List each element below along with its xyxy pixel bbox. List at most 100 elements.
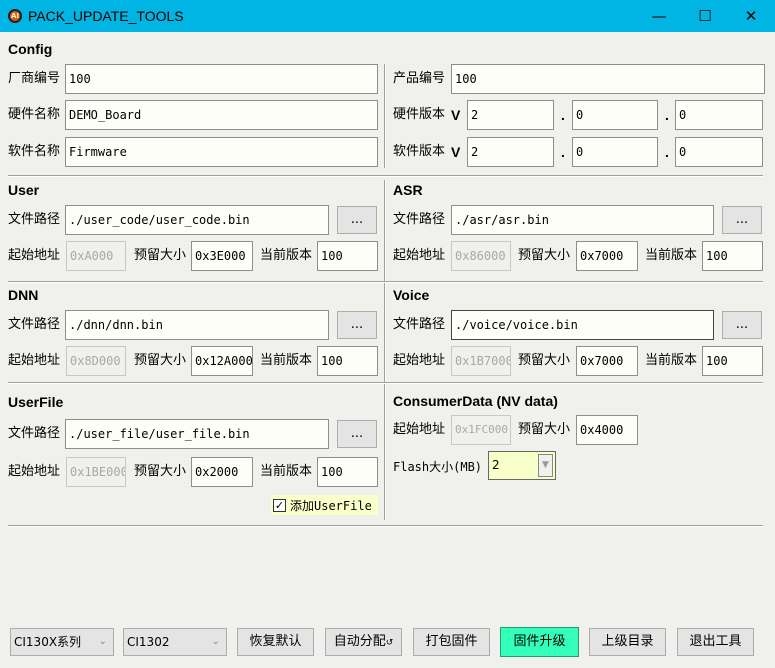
addr-label: 起始地址 (393, 248, 446, 263)
userfile-browse-button[interactable]: ... (337, 420, 377, 448)
userfile-heading: UserFile (8, 394, 64, 410)
voice-path-input[interactable]: ./voice/voice.bin (451, 310, 714, 340)
window-title: PACK_UPDATE_TOOLS (28, 8, 184, 24)
sw-name-input[interactable]: Firmware (65, 137, 378, 167)
flash-size-value: 2 (492, 458, 500, 472)
app-logo-icon: AI (8, 9, 22, 23)
voice-size-input[interactable]: 0x7000 (576, 346, 638, 376)
voice-heading: Voice (393, 287, 430, 303)
dnn-heading: DNN (8, 287, 39, 303)
dot: . (665, 144, 669, 160)
sw-ver-label: 软件版本 (393, 144, 446, 159)
user-path-input[interactable]: ./user_code/user_code.bin (65, 205, 329, 235)
chevron-down-icon: ⌄ (98, 636, 107, 647)
maximize-button[interactable]: ☐ (682, 0, 728, 32)
exit-button[interactable]: 退出工具 (677, 628, 754, 656)
userfile-ver-input[interactable]: 100 (317, 457, 378, 487)
addr-label: 起始地址 (8, 464, 61, 479)
addr-label: 起始地址 (8, 353, 61, 368)
close-button[interactable]: ✕ (728, 0, 774, 32)
asr-heading: ASR (393, 182, 423, 198)
ver-label: 当前版本 (260, 248, 313, 263)
asr-addr-input: 0x86000 (451, 241, 511, 271)
size-label: 预留大小 (518, 353, 571, 368)
addr-label: 起始地址 (393, 353, 446, 368)
restore-default-button[interactable]: 恢复默认 (237, 628, 314, 656)
title-bar: AI PACK_UPDATE_TOOLS — ☐ ✕ (0, 0, 775, 32)
separator (8, 175, 763, 177)
upgrade-firmware-button[interactable]: 固件升级 (500, 627, 579, 657)
user-browse-button[interactable]: ... (337, 206, 377, 234)
dnn-ver-input[interactable]: 100 (317, 346, 378, 376)
sw-ver-patch[interactable]: 0 (675, 137, 763, 167)
userfile-addr-input: 0x1BE000 (66, 457, 126, 487)
path-label: 文件路径 (8, 317, 61, 332)
chevron-down-icon: ⌄ (211, 636, 220, 647)
dnn-path-input[interactable]: ./dnn/dnn.bin (65, 310, 329, 340)
divider (384, 64, 386, 168)
ver-label: 当前版本 (645, 248, 698, 263)
separator (8, 525, 763, 527)
voice-browse-button[interactable]: ... (722, 311, 762, 339)
dnn-size-input[interactable]: 0x12A000 (191, 346, 253, 376)
dnn-addr-input: 0x8D000 (66, 346, 126, 376)
product-input[interactable]: 100 (451, 64, 765, 94)
auto-allocate-button[interactable]: 自动分配↺ (325, 628, 402, 656)
path-label: 文件路径 (8, 426, 61, 441)
chip-select[interactable]: CI1302 ⌄ (123, 628, 227, 656)
ver-label: 当前版本 (260, 464, 313, 479)
hw-ver-label: 硬件版本 (393, 107, 446, 122)
user-size-input[interactable]: 0x3E000 (191, 241, 253, 271)
hw-ver-major[interactable]: 2 (467, 100, 554, 130)
ver-label: 当前版本 (645, 353, 698, 368)
userfile-size-input[interactable]: 0x2000 (191, 457, 253, 487)
hw-name-input[interactable]: DEMO_Board (65, 100, 378, 130)
consumer-size-input[interactable]: 0x4000 (576, 415, 638, 445)
ver-label: 当前版本 (260, 353, 313, 368)
dot: . (561, 144, 565, 160)
addr-label: 起始地址 (8, 248, 61, 263)
chip-value: CI1302 (127, 635, 170, 649)
size-label: 预留大小 (134, 353, 187, 368)
auto-allocate-label: 自动分配 (333, 634, 386, 649)
hw-ver-v: V (451, 107, 461, 123)
separator (8, 382, 763, 384)
asr-size-input[interactable]: 0x7000 (576, 241, 638, 271)
user-ver-input[interactable]: 100 (317, 241, 378, 271)
series-value: CI130X系列 (14, 635, 82, 649)
series-select[interactable]: CI130X系列 ⌄ (10, 628, 114, 656)
consumer-heading: ConsumerData (NV data) (393, 393, 558, 409)
size-label: 预留大小 (518, 248, 571, 263)
path-label: 文件路径 (393, 212, 446, 227)
hw-name-label: 硬件名称 (8, 107, 61, 122)
voice-ver-input[interactable]: 100 (702, 346, 763, 376)
dot: . (561, 107, 565, 123)
path-label: 文件路径 (393, 317, 446, 332)
asr-path-input[interactable]: ./asr/asr.bin (451, 205, 714, 235)
dnn-browse-button[interactable]: ... (337, 311, 377, 339)
config-heading: Config (8, 41, 53, 57)
add-userfile-checkbox[interactable]: ✓ 添加UserFile (271, 495, 378, 515)
size-label: 预留大小 (518, 422, 571, 437)
asr-browse-button[interactable]: ... (722, 206, 762, 234)
user-addr-input: 0xA000 (66, 241, 126, 271)
userfile-path-input[interactable]: ./user_file/user_file.bin (65, 419, 329, 449)
chevron-down-icon[interactable]: ▼ (538, 454, 553, 477)
sw-ver-major[interactable]: 2 (467, 137, 554, 167)
hw-ver-patch[interactable]: 0 (675, 100, 763, 130)
sw-ver-minor[interactable]: 0 (572, 137, 658, 167)
checkbox-checked-icon[interactable]: ✓ (273, 498, 286, 512)
minimize-button[interactable]: — (636, 0, 682, 32)
sw-ver-v: V (451, 144, 461, 160)
pack-firmware-button[interactable]: 打包固件 (413, 628, 490, 656)
size-label: 预留大小 (134, 248, 187, 263)
flash-size-label: Flash大小(MB) (393, 460, 483, 474)
size-label: 预留大小 (134, 464, 187, 479)
separator (8, 281, 763, 283)
flash-size-select[interactable]: 2 ▼ (488, 451, 556, 480)
path-label: 文件路径 (8, 212, 61, 227)
parent-dir-button[interactable]: 上级目录 (589, 628, 666, 656)
hw-ver-minor[interactable]: 0 (572, 100, 658, 130)
asr-ver-input[interactable]: 100 (702, 241, 763, 271)
vendor-input[interactable]: 100 (65, 64, 378, 94)
